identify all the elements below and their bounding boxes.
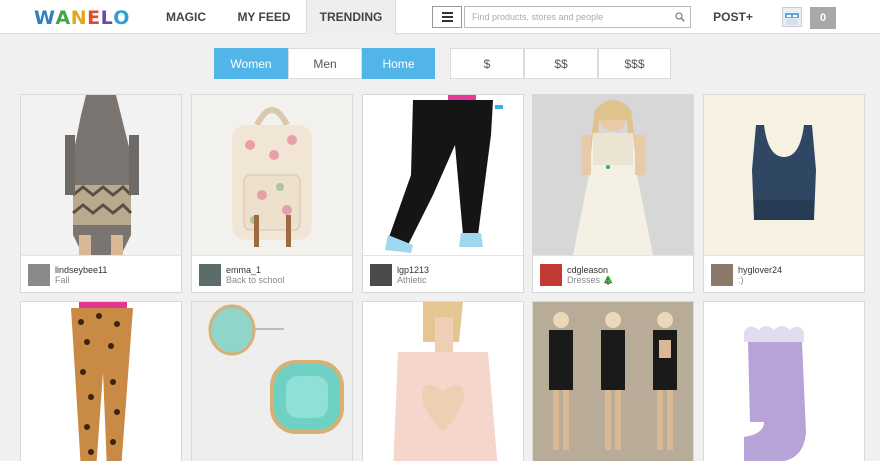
user-avatar[interactable]	[782, 7, 802, 27]
nav-my-feed[interactable]: MY FEED	[232, 0, 296, 34]
product-image[interactable]	[704, 95, 864, 255]
product-image[interactable]	[533, 302, 693, 461]
product-card[interactable]: lindseybee11 Fall	[20, 94, 182, 293]
product-card[interactable]	[532, 301, 694, 461]
user-avatar[interactable]	[28, 264, 50, 286]
product-image[interactable]	[533, 95, 693, 255]
cutout-black-dress-icon	[533, 302, 693, 461]
list-name[interactable]: Back to school	[226, 275, 285, 285]
product-card[interactable]: cdgleason Dresses 🎄	[532, 94, 694, 293]
filter-price-mid[interactable]: $$	[524, 48, 598, 79]
hamburger-icon	[442, 20, 453, 22]
product-image[interactable]	[363, 95, 523, 255]
product-image[interactable]	[192, 95, 352, 255]
filter-home[interactable]: Home	[362, 48, 435, 79]
product-image[interactable]	[21, 302, 181, 461]
black-leggings-icon	[385, 95, 503, 253]
list-name[interactable]: Athletic	[397, 275, 427, 285]
username[interactable]: cdgleason	[567, 265, 608, 275]
nav-trending[interactable]: TRENDING	[306, 0, 396, 34]
white-lace-dress-icon	[573, 100, 653, 255]
product-card[interactable]: hyglover24 :)	[703, 94, 865, 293]
avatar-icon	[785, 13, 799, 25]
lavender-ruffle-socks-icon	[744, 326, 806, 461]
list-name[interactable]: Dresses 🎄	[567, 275, 614, 286]
product-card[interactable]: emma_1 Back to school	[191, 94, 353, 293]
logo-letter: A	[55, 7, 71, 29]
product-card[interactable]: lgp1213 Athletic	[362, 94, 524, 293]
username[interactable]: lgp1213	[397, 265, 429, 275]
notification-count[interactable]: 0	[810, 7, 836, 29]
product-meta: cdgleason Dresses 🎄	[533, 255, 693, 292]
product-meta: lindseybee11 Fall	[21, 255, 181, 292]
leopard-leggings-icon	[71, 302, 133, 461]
search-input[interactable]: Find products, stores and people	[464, 6, 691, 28]
filter-women[interactable]: Women	[214, 48, 288, 79]
logo-letter: W	[34, 7, 56, 29]
username[interactable]: emma_1	[226, 265, 261, 275]
product-image[interactable]	[704, 302, 864, 461]
user-avatar[interactable]	[370, 264, 392, 286]
navy-crop-top-icon	[752, 125, 816, 220]
product-card[interactable]	[362, 301, 524, 461]
filter-men[interactable]: Men	[288, 48, 362, 79]
logo-letter: E	[87, 7, 101, 29]
product-image[interactable]	[363, 302, 523, 461]
wanelo-logo[interactable]: WANELO	[34, 7, 130, 29]
menu-button[interactable]	[432, 6, 462, 28]
product-meta: lgp1213 Athletic	[363, 255, 523, 292]
list-name[interactable]: Fall	[55, 275, 70, 285]
user-avatar[interactable]	[199, 264, 221, 286]
floral-backpack-icon	[232, 107, 312, 247]
search-placeholder: Find products, stores and people	[472, 12, 604, 22]
filter-price-high[interactable]: $$$	[598, 48, 671, 79]
product-meta: emma_1 Back to school	[192, 255, 352, 292]
logo-letter: L	[100, 7, 114, 29]
username[interactable]: hyglover24	[738, 265, 782, 275]
logo-letter: O	[113, 7, 130, 29]
top-header: WANELO MAGIC MY FEED TRENDING Find produ…	[0, 0, 880, 34]
product-image[interactable]	[21, 95, 181, 255]
product-card[interactable]	[191, 301, 353, 461]
product-meta: hyglover24 :)	[704, 255, 864, 292]
user-avatar[interactable]	[711, 264, 733, 286]
mint-earrings-icon	[208, 304, 344, 434]
filter-price-low[interactable]: $	[450, 48, 524, 79]
hooded-sweater-dress-icon	[65, 95, 139, 255]
product-card[interactable]	[703, 301, 865, 461]
user-avatar[interactable]	[540, 264, 562, 286]
product-image[interactable]	[192, 302, 352, 461]
nav-magic[interactable]: MAGIC	[158, 0, 214, 34]
product-card[interactable]	[20, 301, 182, 461]
list-name[interactable]: :)	[738, 275, 744, 285]
hamburger-icon	[442, 12, 453, 14]
hamburger-icon	[442, 16, 453, 18]
search-icon[interactable]	[675, 12, 685, 22]
heart-back-top-icon	[393, 302, 498, 461]
post-button[interactable]: POST+	[706, 0, 760, 34]
username[interactable]: lindseybee11	[55, 265, 107, 275]
logo-letter: N	[70, 7, 88, 29]
